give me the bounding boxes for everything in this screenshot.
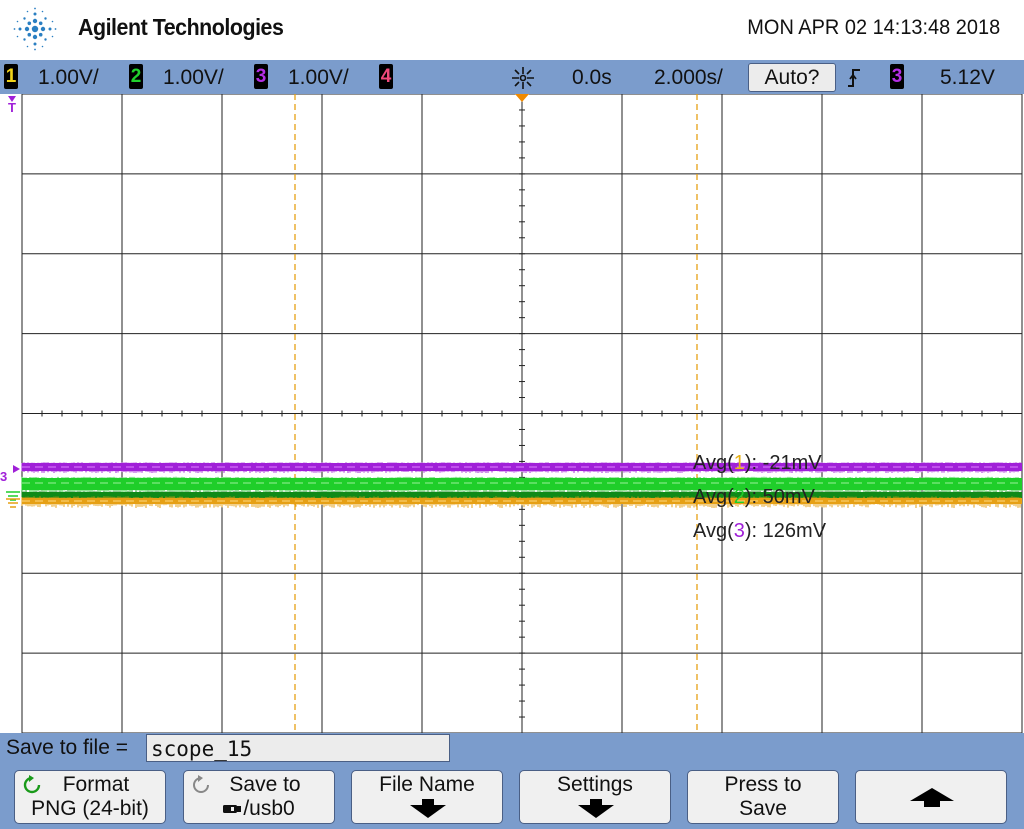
trigger-position-marker	[515, 94, 529, 102]
date-time: MON APR 02 14:13:48 2018	[747, 16, 1000, 39]
file-name-softkey[interactable]: File Name	[351, 770, 503, 824]
time-scale[interactable]: 2.000s/	[654, 66, 723, 90]
agilent-logo-icon	[13, 7, 57, 51]
trigger-level[interactable]: 5.12V	[940, 66, 995, 90]
softkey-bar: Save to file = scope_15 Format PNG (24-b…	[0, 733, 1024, 829]
save-to-softkey[interactable]: Save to /usb0	[183, 770, 335, 824]
press-to-save-softkey[interactable]: Press to Save	[687, 770, 839, 824]
up-softkey[interactable]	[855, 770, 1007, 824]
header: Agilent Technologies MON APR 02 14:13:48…	[0, 0, 1024, 60]
filename-field[interactable]: scope_15	[146, 734, 450, 762]
timebase-icon	[512, 67, 534, 89]
save-to-file-label: Save to file =	[6, 736, 128, 759]
channel-1-scale[interactable]: 1.00V/	[38, 66, 99, 90]
channel-1-badge[interactable]: 1	[4, 64, 18, 89]
status-bar: 1 1.00V/ 2 1.00V/ 3 1.00V/ 4 0.0s 2.000s…	[0, 60, 1024, 94]
waveform-display[interactable]: 3 T Avg(1): -21mV Avg(2): 50mV Avg(3): 1…	[0, 94, 1024, 733]
usb-drive-icon	[223, 805, 242, 814]
brand-name: Agilent Technologies	[78, 14, 284, 40]
time-delay[interactable]: 0.0s	[572, 66, 612, 90]
channel-3-ground-marker: 3	[0, 469, 8, 484]
measurement-avg-1: Avg(1): -21mV	[693, 452, 822, 474]
channel-2-badge[interactable]: 2	[129, 64, 143, 89]
down-arrow-icon	[578, 799, 614, 818]
measurement-avg-2: Avg(2): 50mV	[693, 486, 815, 508]
channel-3-ground-arrow	[13, 465, 20, 473]
trigger-mode-button[interactable]: Auto?	[748, 63, 836, 92]
channel-3-scale[interactable]: 1.00V/	[288, 66, 349, 90]
format-softkey[interactable]: Format PNG (24-bit)	[14, 770, 166, 824]
channel-3-badge[interactable]: 3	[254, 64, 268, 89]
channel-4-badge[interactable]: 4	[379, 64, 393, 89]
trigger-level-marker: T	[8, 100, 16, 115]
settings-softkey[interactable]: Settings	[519, 770, 671, 824]
graticule	[6, 94, 1023, 733]
rising-edge-icon	[848, 69, 860, 87]
channel-2-scale[interactable]: 1.00V/	[163, 66, 224, 90]
up-arrow-icon	[910, 788, 954, 807]
measurement-avg-3: Avg(3): 126mV	[693, 520, 827, 542]
down-arrow-icon	[410, 799, 446, 818]
trigger-source-badge[interactable]: 3	[890, 64, 904, 89]
